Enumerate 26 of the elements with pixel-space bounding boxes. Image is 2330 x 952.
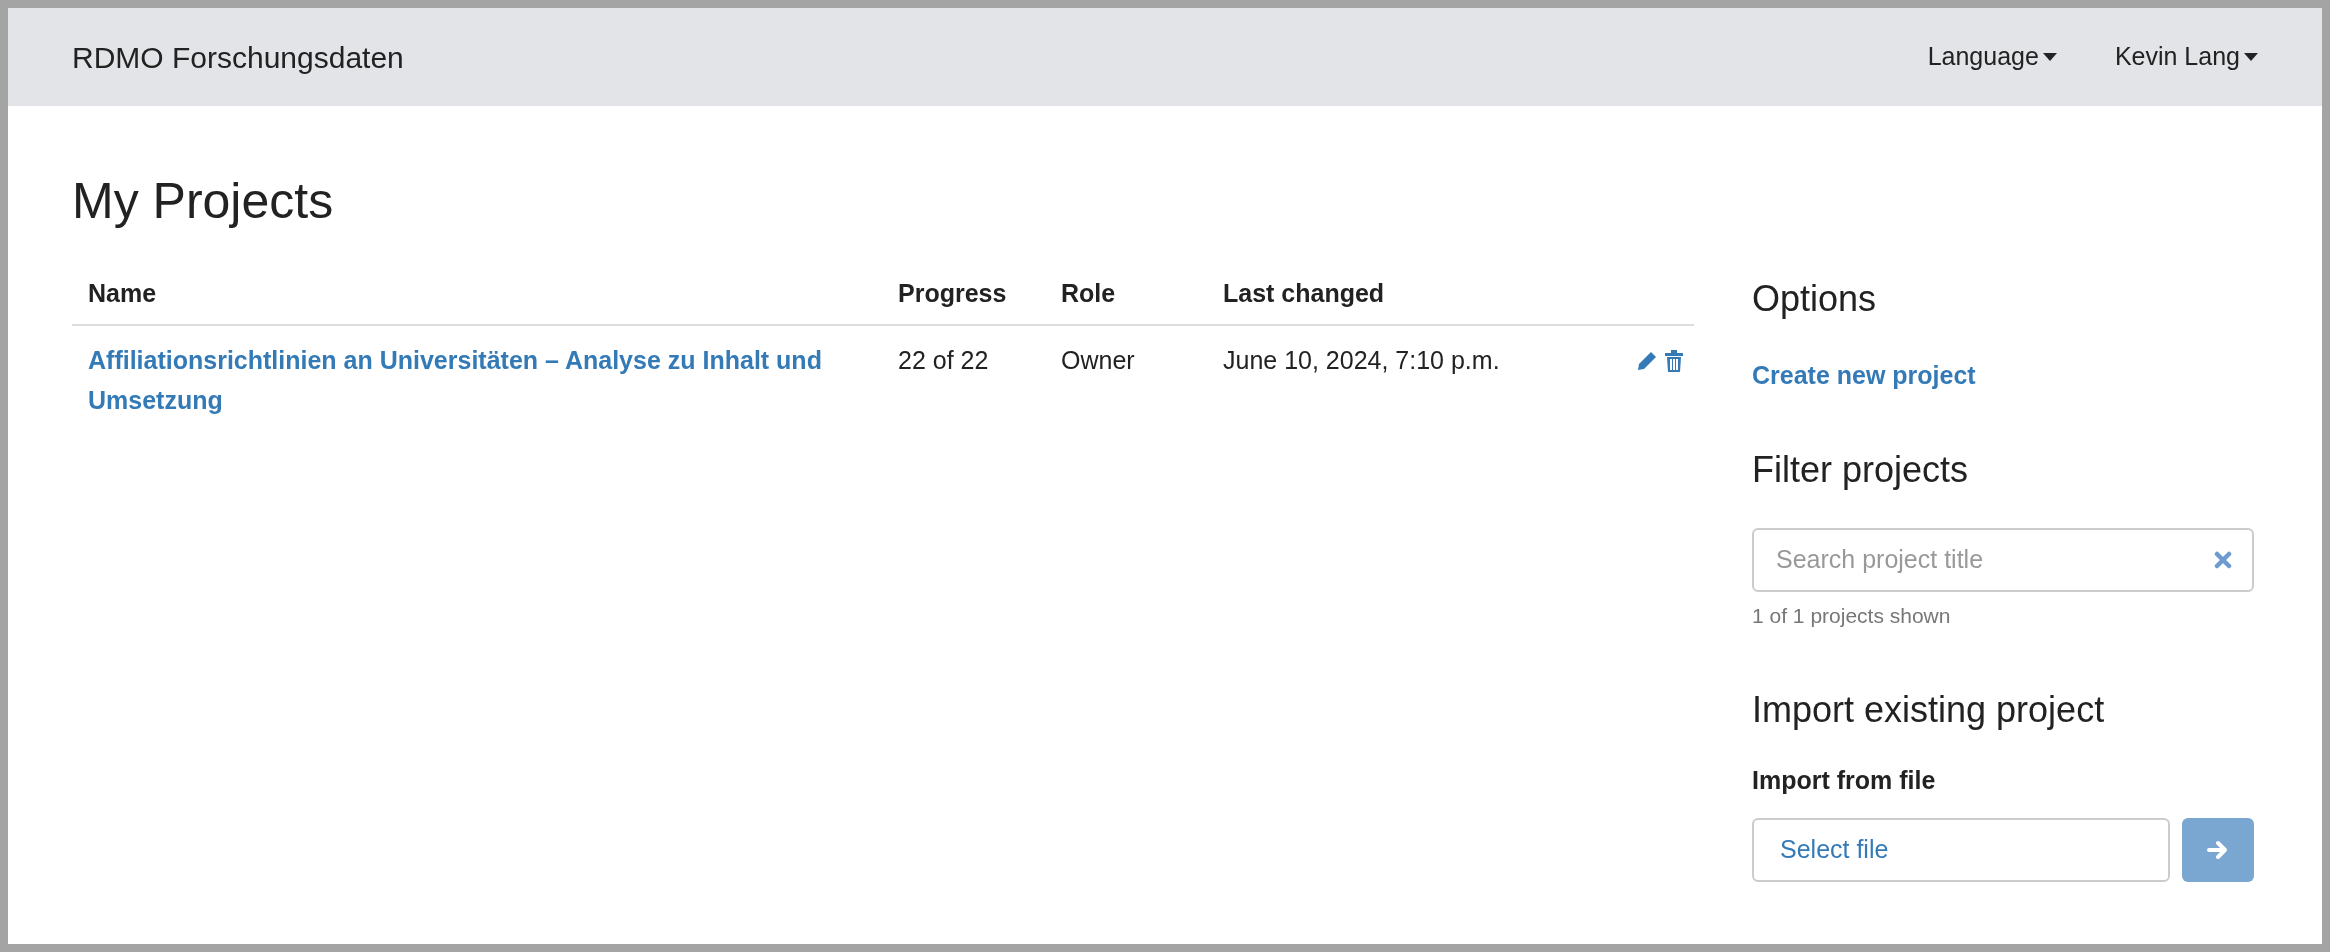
create-project-link[interactable]: Create new project <box>1752 357 2254 395</box>
brand-link[interactable]: RDMO Forschungsdaten <box>72 34 404 80</box>
table-cell: 22 of 22 <box>882 325 1045 434</box>
column-header: Role <box>1045 262 1207 325</box>
dropdown-menu[interactable]: Kevin Lang <box>2114 38 2258 76</box>
column-header: Name <box>72 262 882 325</box>
select-file-button[interactable]: Select file <box>1752 817 2170 882</box>
field-label: Import from file <box>1752 765 1937 796</box>
search-field[interactable]: Search project title <box>1752 527 2254 592</box>
arrow-right-icon <box>2207 839 2229 860</box>
section-title: Options <box>1752 277 1878 321</box>
column-header: Last changed <box>1207 262 1607 325</box>
table-cell: Owner <box>1045 325 1207 434</box>
result-count: 1 of 1 projects shown <box>1752 602 1952 629</box>
column-header: Progress <box>882 262 1045 325</box>
caret-icon <box>2042 53 2057 61</box>
trash-icon[interactable] <box>1664 350 1684 372</box>
caret-icon <box>2244 53 2258 61</box>
project-link[interactable]: Affiliationsrichtlinien an Universitäten – Analyse zu Inhalt und Umsetzung <box>88 340 848 420</box>
clear-icon[interactable] <box>2214 550 2232 569</box>
page-title: My Projects <box>72 172 335 231</box>
dropdown-menu[interactable]: Language <box>1927 38 2057 76</box>
section-title: Import existing project <box>1752 688 2106 732</box>
section-title: Filter projects <box>1752 447 1970 492</box>
table-cell: June 10, 2024, 7:10 p.m. <box>1207 325 1607 434</box>
pencil-icon[interactable] <box>1636 350 1658 372</box>
